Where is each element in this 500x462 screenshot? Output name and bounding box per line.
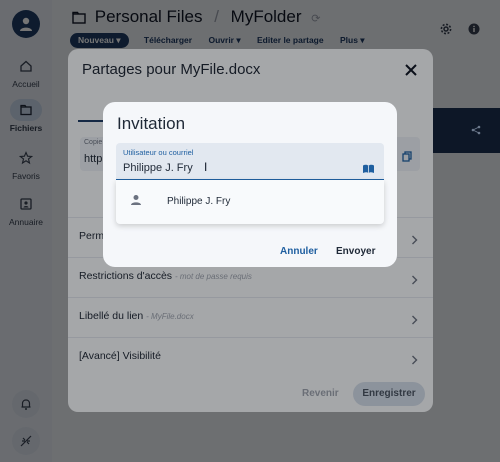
invitation-title: Invitation: [117, 114, 186, 133]
annuler-button[interactable]: Annuler: [280, 246, 318, 257]
invitation-dialog: Invitation Utilisateur ou courriel Phili…: [103, 102, 397, 267]
suggestion-name: Philippe J. Fry: [167, 196, 231, 207]
user-email-input[interactable]: Utilisateur ou courriel Philippe J. Fry …: [116, 143, 384, 181]
user-email-label: Utilisateur ou courriel: [123, 148, 194, 157]
address-book-icon[interactable]: [362, 161, 375, 179]
text-cursor-icon: I: [204, 160, 208, 174]
user-email-value[interactable]: Philippe J. Fry: [123, 162, 193, 174]
person-icon: [131, 195, 141, 205]
envoyer-button[interactable]: Envoyer: [336, 246, 375, 257]
suggestion-item[interactable]: Philippe J. Fry: [116, 180, 384, 224]
